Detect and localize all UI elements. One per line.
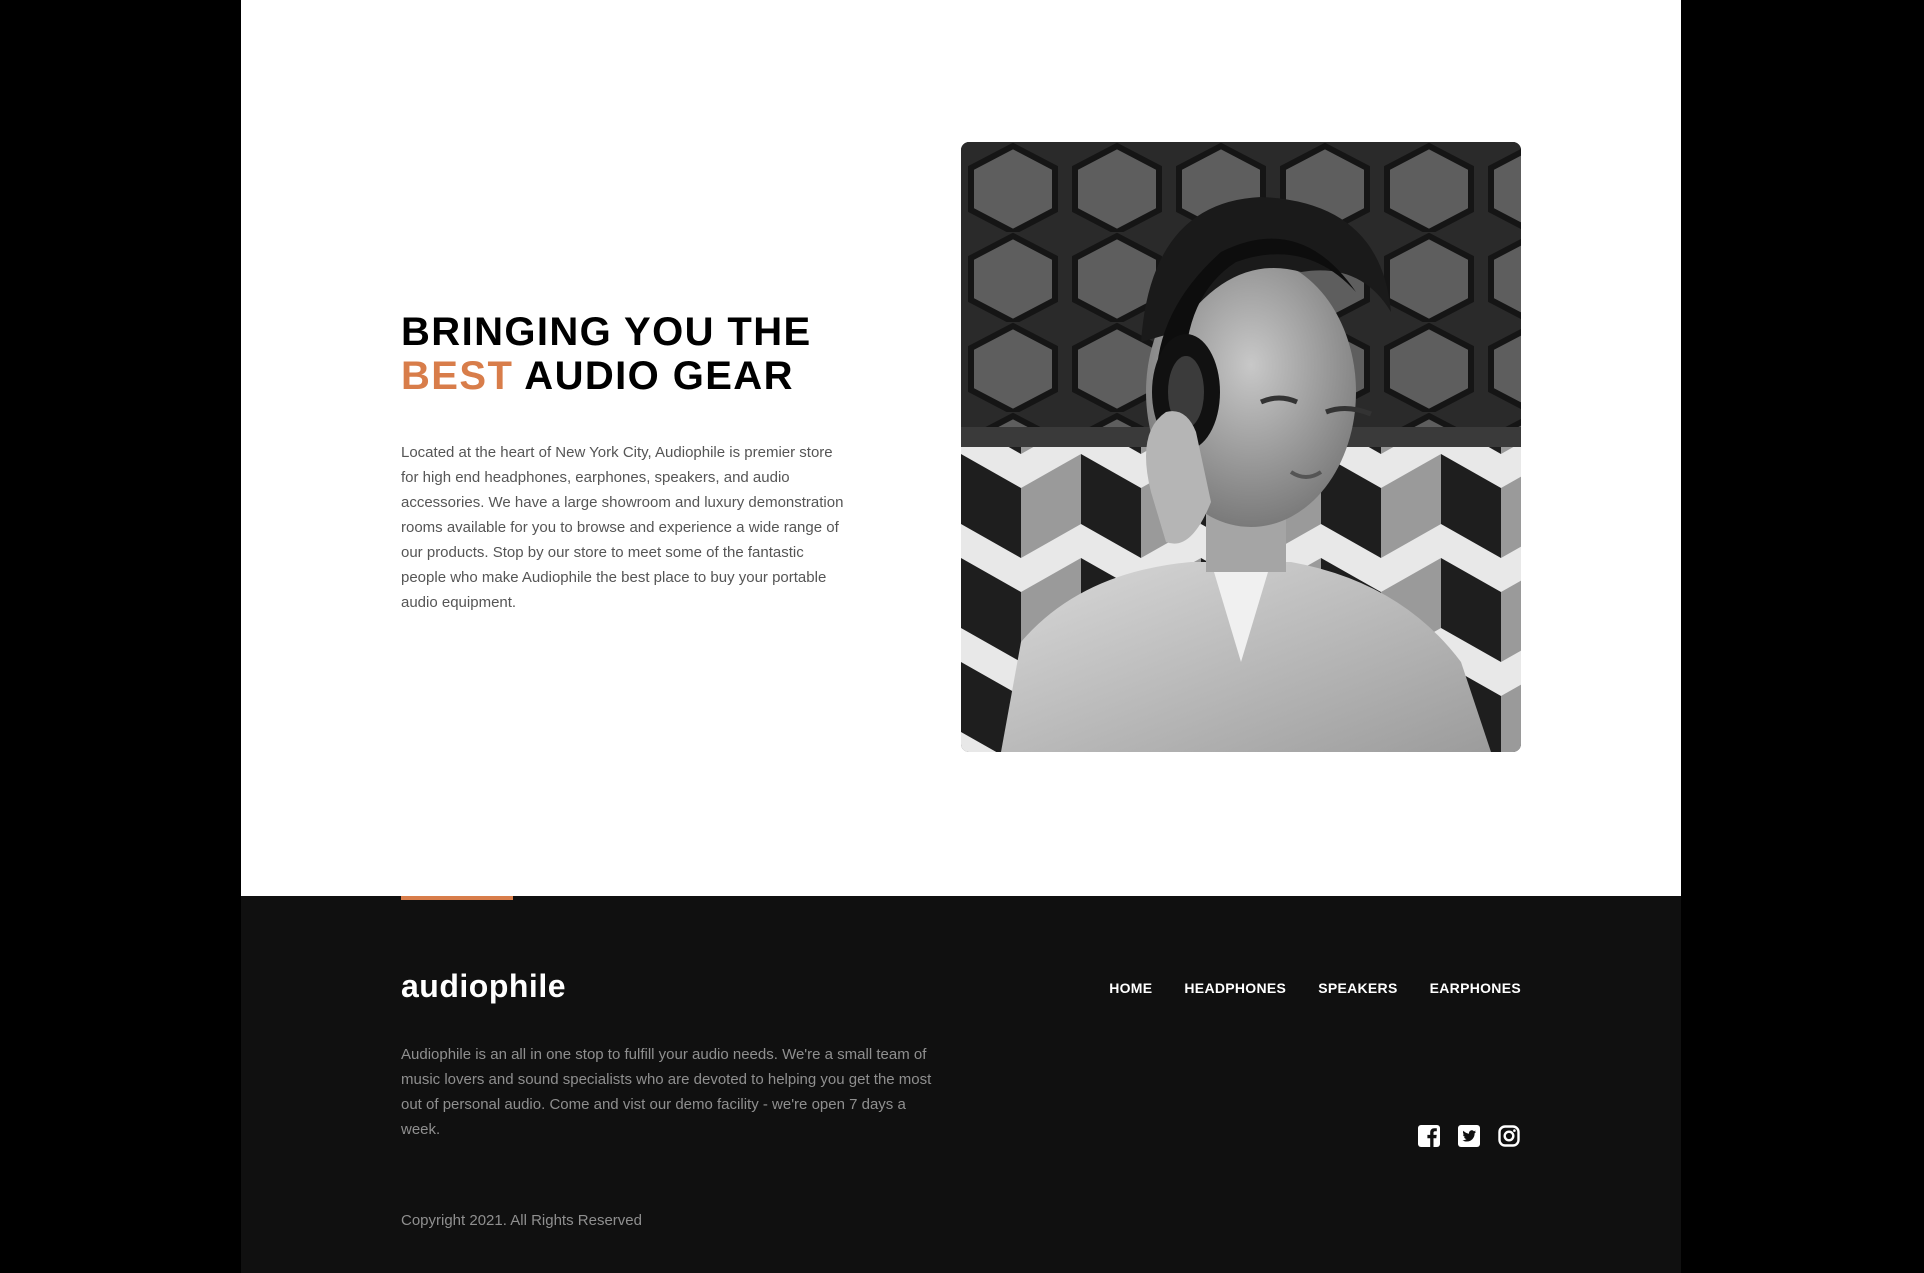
about-title: BRINGING YOU THE BEST AUDIO GEAR [401,310,846,398]
footer-accent-bar [401,896,513,900]
about-title-line1: BRINGING YOU THE [401,310,812,354]
about-body: Located at the heart of New York City, A… [401,444,844,611]
twitter-icon[interactable] [1457,1124,1481,1148]
footer-nav-speakers[interactable]: SPEAKERS [1318,976,1397,1001]
about-image [961,142,1521,752]
man-with-headphones-image [961,142,1521,752]
footer-nav-headphones[interactable]: HEADPHONES [1184,976,1286,1001]
about-text: BRINGING YOU THE BEST AUDIO GEAR Located… [401,310,846,615]
footer-social-links [1417,1124,1521,1148]
page: BRINGING YOU THE BEST AUDIO GEAR Located… [241,0,1681,1273]
footer-logo[interactable]: audiophile [401,968,566,1004]
footer: audiophile HOME HEADPHONES SPEAKERS EARP… [241,896,1681,1273]
about-title-rest: AUDIO GEAR [513,354,794,398]
footer-nav-earphones[interactable]: EARPHONES [1430,976,1521,1001]
footer-copyright: Copyright 2021. All Rights Reserved [401,1212,642,1229]
footer-nav: HOME HEADPHONES SPEAKERS EARPHONES [1109,976,1521,1001]
about-title-accent: BEST [401,354,514,398]
about-section: BRINGING YOU THE BEST AUDIO GEAR Located… [241,0,1681,896]
instagram-icon[interactable] [1497,1124,1521,1148]
facebook-icon[interactable] [1417,1124,1441,1148]
footer-nav-home[interactable]: HOME [1109,976,1152,1001]
footer-description: Audiophile is an all in one stop to fulf… [401,1046,932,1138]
